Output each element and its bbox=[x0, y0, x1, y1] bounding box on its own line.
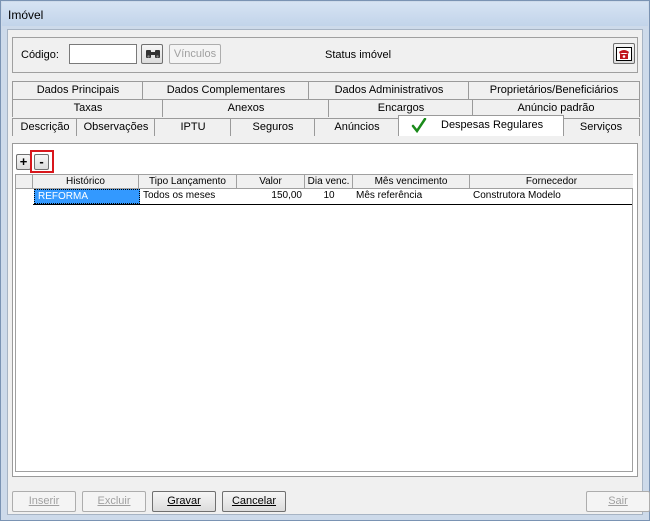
excluir-button[interactable]: Excluir bbox=[82, 491, 146, 512]
despesas-grid: Histórico Tipo Lançamento Valor Dia venc… bbox=[15, 174, 633, 472]
tab-dados-administrativos[interactable]: Dados Administrativos bbox=[308, 81, 470, 99]
despesas-regulares-panel: + - Histórico Tipo Lançamento Valor Dia … bbox=[12, 143, 638, 477]
row-indicator bbox=[16, 189, 33, 204]
phone-button[interactable] bbox=[613, 43, 635, 64]
search-button[interactable] bbox=[141, 44, 163, 64]
cancelar-button[interactable]: Cancelar bbox=[222, 491, 286, 512]
excluir-label: Excluir bbox=[97, 495, 131, 507]
phone-icon bbox=[616, 47, 632, 61]
codigo-input[interactable] bbox=[69, 44, 137, 64]
binoculars-icon bbox=[146, 50, 160, 58]
imovel-window: Imóvel Código: Vínculos Status imóvel Da… bbox=[0, 0, 650, 521]
tab-proprietarios-beneficiarios[interactable]: Proprietários/Beneficiários bbox=[468, 81, 640, 99]
window-client: Código: Vínculos Status imóvel Dados Pri… bbox=[7, 29, 650, 515]
tab-servicos[interactable]: Serviços bbox=[562, 118, 640, 136]
vinculos-button[interactable]: Vínculos bbox=[169, 44, 221, 64]
remove-row-button[interactable]: - bbox=[34, 154, 49, 170]
footer-bar: Inserir Excluir Gravar Cancelar Sair bbox=[12, 491, 650, 513]
table-row[interactable]: REFORMA Todos os meses 150,00 10 Mês ref… bbox=[16, 175, 632, 205]
cell-historico[interactable]: REFORMA bbox=[34, 189, 140, 204]
tab-anexos[interactable]: Anexos bbox=[162, 99, 330, 117]
status-imovel-label: Status imóvel bbox=[325, 49, 392, 61]
tab-seguros[interactable]: Seguros bbox=[230, 118, 316, 136]
cell-mes-vencimento[interactable]: Mês referência bbox=[353, 189, 470, 204]
row-separator bbox=[33, 204, 632, 205]
header-panel: Código: Vínculos Status imóvel bbox=[12, 37, 638, 73]
tab-anuncios[interactable]: Anúncios bbox=[314, 118, 400, 136]
tab-dados-principais[interactable]: Dados Principais bbox=[12, 81, 144, 99]
cancelar-label: Cancelar bbox=[231, 495, 277, 507]
add-row-button[interactable]: + bbox=[16, 154, 31, 170]
title-bar: Imóvel bbox=[2, 2, 648, 26]
sair-button[interactable]: Sair bbox=[586, 491, 650, 512]
cell-dia-venc[interactable]: 10 bbox=[305, 189, 353, 204]
tab-iptu[interactable]: IPTU bbox=[154, 118, 232, 136]
tab-despesas-regulares-label: Despesas Regulares bbox=[441, 119, 544, 131]
tab-despesas-regulares[interactable]: Despesas Regulares bbox=[398, 115, 564, 136]
inserir-label: Inserir bbox=[28, 495, 60, 507]
inserir-button[interactable]: Inserir bbox=[12, 491, 76, 512]
gravar-label: Gravar bbox=[167, 495, 201, 507]
tab-observacoes[interactable]: Observações bbox=[76, 118, 156, 136]
cell-fornecedor[interactable]: Construtora Modelo bbox=[470, 189, 632, 204]
checkmark-icon bbox=[411, 118, 427, 134]
tab-dados-complementares[interactable]: Dados Complementares bbox=[142, 81, 310, 99]
cell-tipo-lancamento[interactable]: Todos os meses bbox=[140, 189, 237, 204]
sair-label: Sair bbox=[608, 495, 628, 507]
codigo-label: Código: bbox=[21, 49, 59, 61]
tab-taxas[interactable]: Taxas bbox=[12, 99, 164, 117]
cell-valor[interactable]: 150,00 bbox=[237, 189, 305, 204]
gravar-button[interactable]: Gravar bbox=[152, 491, 216, 512]
window-title: Imóvel bbox=[8, 8, 44, 22]
tab-descricao[interactable]: Descrição bbox=[12, 118, 78, 136]
